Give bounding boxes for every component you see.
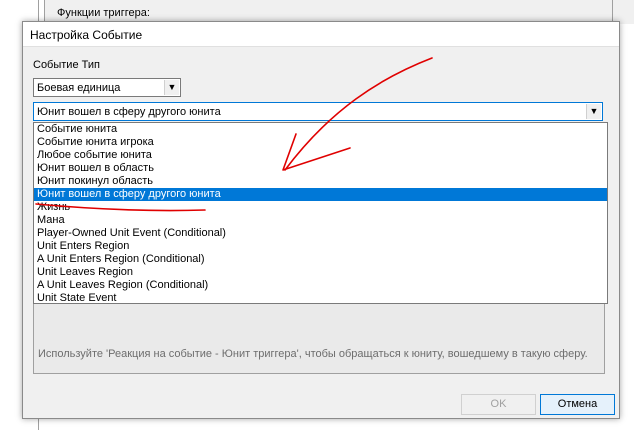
- list-item[interactable]: Событие юнита игрока: [34, 136, 607, 149]
- list-item[interactable]: Unit State Event: [34, 292, 607, 303]
- list-item[interactable]: Unit Enters Region: [34, 240, 607, 253]
- list-item[interactable]: Событие юнита: [34, 123, 607, 136]
- ok-button[interactable]: OK: [461, 394, 536, 415]
- description-text: Используйте 'Реакция на событие - Юнит т…: [38, 348, 588, 360]
- list-item[interactable]: Unit Leaves Region: [34, 266, 607, 279]
- event-value: Юнит вошел в сферу другого юнита: [37, 106, 221, 118]
- list-item[interactable]: Мана: [34, 214, 607, 227]
- event-type-label: Событие Тип: [33, 59, 100, 71]
- event-select[interactable]: Юнит вошел в сферу другого юнита ▼: [33, 102, 603, 121]
- description-area: Используйте 'Реакция на событие - Юнит т…: [33, 304, 605, 374]
- cancel-button[interactable]: Отмена: [540, 394, 615, 415]
- list-item[interactable]: Любое событие юнита: [34, 149, 607, 162]
- unit-type-select[interactable]: Боевая единица ▼: [33, 78, 181, 97]
- chevron-down-icon[interactable]: ▼: [164, 80, 179, 95]
- event-dropdown-list[interactable]: Событие юнита Событие юнита игрока Любое…: [33, 122, 608, 304]
- list-item[interactable]: Player-Owned Unit Event (Conditional): [34, 227, 607, 240]
- event-settings-dialog: Настройка Событие Событие Тип Боевая еди…: [22, 21, 620, 419]
- list-item[interactable]: A Unit Enters Region (Conditional): [34, 253, 607, 266]
- list-item[interactable]: Жизнь: [34, 201, 607, 214]
- dialog-titlebar[interactable]: Настройка Событие: [23, 22, 619, 47]
- dialog-title: Настройка Событие: [30, 28, 143, 42]
- chevron-down-icon[interactable]: ▼: [586, 104, 601, 119]
- trigger-functions-label: Функции триггера:: [57, 7, 150, 19]
- list-item-selected[interactable]: Юнит вошел в сферу другого юнита: [34, 188, 607, 201]
- list-item[interactable]: Юнит вошел в область: [34, 162, 607, 175]
- list-item[interactable]: Юнит покинул область: [34, 175, 607, 188]
- unit-type-value: Боевая единица: [37, 82, 121, 94]
- list-item[interactable]: A Unit Leaves Region (Conditional): [34, 279, 607, 292]
